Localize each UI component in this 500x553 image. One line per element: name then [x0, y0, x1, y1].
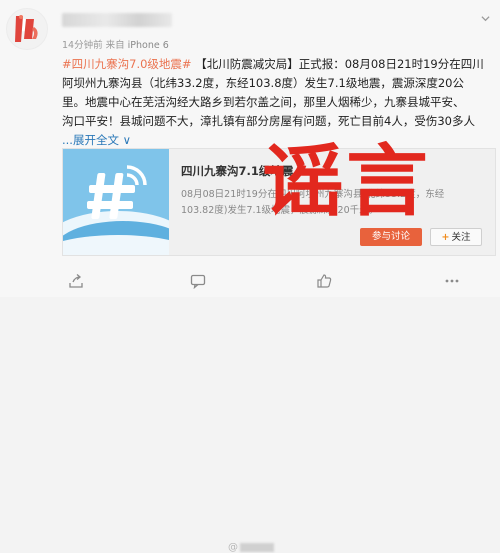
post-time: 14分钟前: [62, 40, 103, 51]
post-line-4: 沟口平安！县城问题不大，漳扎镇有部分房屋有问题，死亡目前4人，受伤30多人: [62, 114, 475, 128]
follow-button-label: 关注: [451, 232, 471, 243]
action-bar: @: [0, 266, 500, 553]
post-source-prefix: 来自: [105, 40, 125, 51]
comment-icon[interactable]: [190, 273, 206, 289]
avatar-logo: [15, 15, 38, 42]
watermark: @: [228, 542, 274, 553]
post-text: #四川九寨沟7.0级地震# 【北川防震减灾局】正式报：08月08日21时19分在…: [62, 55, 492, 150]
post-meta: 14分钟前 来自 iPhone 6: [62, 37, 169, 51]
join-discussion-button[interactable]: 参与讨论: [360, 228, 422, 246]
username-blurred[interactable]: [62, 13, 172, 27]
hashtag-link[interactable]: #四川九寨沟7.0级地震#: [62, 57, 192, 71]
rumor-stamp: 谣言: [262, 137, 431, 227]
share-icon[interactable]: [68, 273, 84, 289]
wifi-hash-icon: [87, 165, 147, 219]
post-line-3: 里。地震中心在芜活沟经大路乡到若尔盖之间，那里人烟稀少，九寨县城平安、: [62, 95, 465, 109]
plus-icon: +: [441, 232, 450, 243]
share-thumbnail: [63, 149, 169, 255]
expand-full-text-link[interactable]: ...展开全文 ∨: [62, 133, 131, 147]
post-line-1: 正式报：08月08日21时19分在四川: [298, 57, 484, 71]
avatar[interactable]: [6, 8, 48, 50]
weibo-post: 14分钟前 来自 iPhone 6 #四川九寨沟7.0级地震# 【北川防震减灾局…: [0, 0, 500, 553]
follow-button[interactable]: + 关注: [430, 228, 482, 246]
post-line-2: 阿坝州九寨沟县（北纬33.2度，东经103.8度）发生7.1级地震，震源深度20…: [62, 76, 464, 90]
post-source[interactable]: iPhone 6: [128, 40, 169, 51]
like-icon[interactable]: [316, 273, 332, 289]
more-icon[interactable]: [444, 273, 460, 289]
watermark-at: @: [228, 542, 238, 553]
source-tag: 【北川防震减灾局】: [195, 57, 299, 71]
chevron-down-icon[interactable]: [481, 14, 490, 23]
